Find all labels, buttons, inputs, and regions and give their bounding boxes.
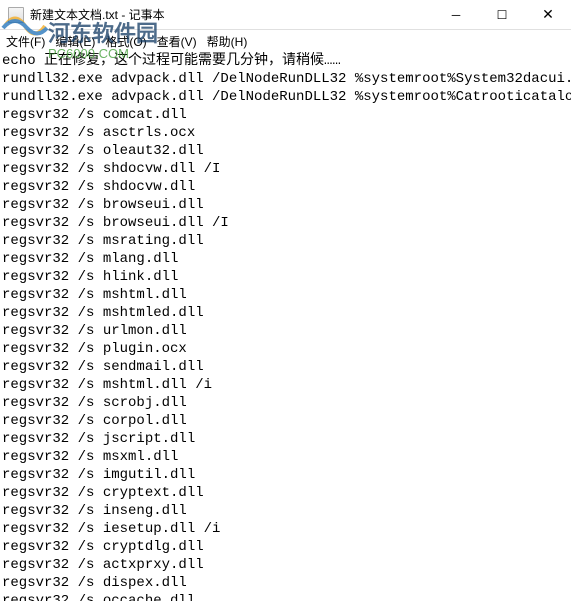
text-content[interactable]: echo 正在修复，这个过程可能需要几分钟，请稍候…… rundll32.exe…: [0, 52, 571, 601]
menu-help[interactable]: 帮助(H): [207, 33, 248, 50]
window-title: 新建文本文档.txt - 记事本: [30, 6, 165, 23]
title-left: 新建文本文档.txt - 记事本: [8, 6, 165, 23]
minimize-icon: ─: [452, 8, 461, 22]
notepad-file-icon: [8, 7, 24, 23]
minimize-button[interactable]: ─: [433, 0, 479, 29]
menubar: 文件(F) 编辑(E) 格式(O) 查看(V) 帮助(H): [0, 30, 571, 52]
menu-edit[interactable]: 编辑(E): [55, 33, 95, 50]
menu-file[interactable]: 文件(F): [6, 33, 45, 50]
menu-view[interactable]: 查看(V): [157, 33, 197, 50]
close-icon: ✕: [542, 6, 554, 23]
window-controls: ─ ☐ ✕: [433, 0, 571, 29]
titlebar: 新建文本文档.txt - 记事本 ─ ☐ ✕: [0, 0, 571, 30]
close-button[interactable]: ✕: [525, 0, 571, 29]
maximize-icon: ☐: [497, 8, 508, 22]
maximize-button[interactable]: ☐: [479, 0, 525, 29]
menu-format[interactable]: 格式(O): [105, 33, 146, 50]
